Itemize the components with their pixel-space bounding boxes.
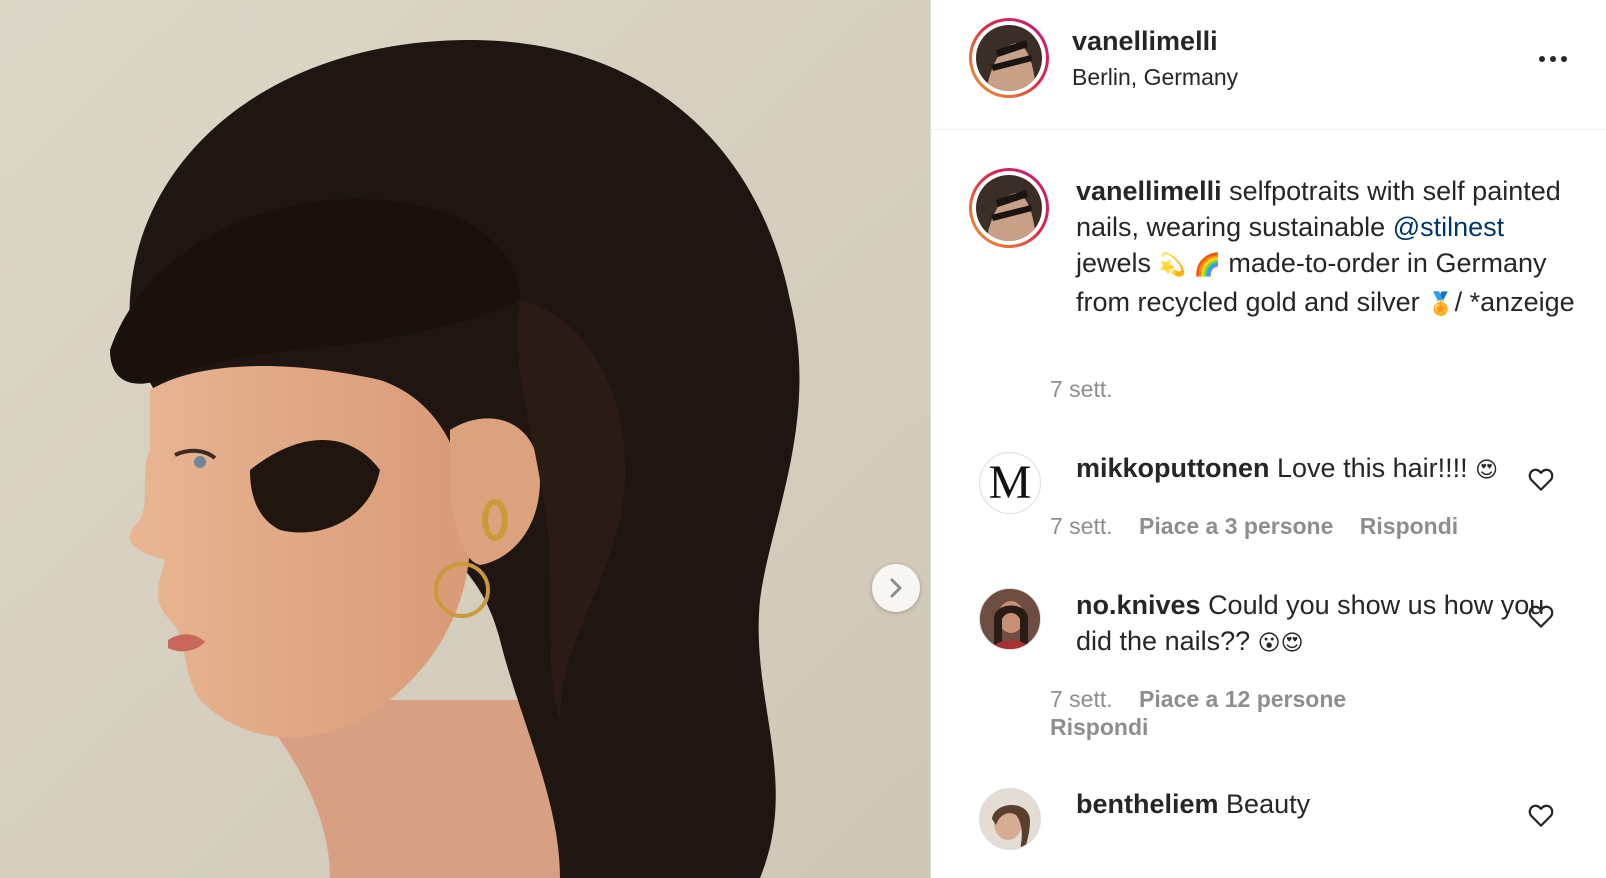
post-side-panel: vanellimelli Berlin, Germany vanellimell… [930,0,1606,878]
comment-text: no.knives Could you show us how you did … [1076,587,1546,662]
caption-username[interactable]: vanellimelli [1076,176,1222,206]
comment-text: mikkoputtonen Love this hair!!!! 😍 [1076,450,1546,489]
header-avatar[interactable] [969,18,1049,98]
surprised-heart-eyes-emoji: 😮😍 [1257,631,1304,656]
caption-mention[interactable]: @stilnest [1393,212,1504,242]
avatar-letter: M [988,456,1032,509]
more-dot [1550,56,1556,62]
reply-button[interactable]: Rispondi [1050,714,1148,740]
post-photo[interactable] [0,0,930,878]
comment-likes[interactable]: Piace a 3 persone [1139,513,1333,539]
post-caption: vanellimelli selfpotraits with self pain… [1076,173,1586,323]
avatar-image [980,589,1040,649]
next-photo-button[interactable] [872,564,920,612]
caption-avatar[interactable] [969,168,1049,248]
post-header: vanellimelli Berlin, Germany [931,0,1606,130]
comment-text: bentheliem Beauty [1076,786,1546,822]
header-username[interactable]: vanellimelli [1072,26,1218,57]
comment-time: 7 sett. [1050,513,1113,539]
comment-avatar[interactable] [979,588,1041,650]
more-horizontal-icon [1539,56,1545,62]
comment-username[interactable]: bentheliem [1076,789,1219,819]
header-location[interactable]: Berlin, Germany [1072,64,1238,91]
chevron-right-icon [890,578,902,598]
avatar-image [976,25,1042,91]
comment-body: Beauty [1226,789,1311,819]
comment-body: Love this hair!!!! [1277,453,1476,483]
comment-meta: 7 sett. Piace a 12 persone Rispondi [1050,685,1450,741]
heart-outline-icon[interactable] [1526,464,1556,494]
comment-likes[interactable]: Piace a 12 persone [1139,686,1346,712]
heart-outline-icon[interactable] [1526,800,1556,830]
heart-eyes-emoji: 😍 [1475,458,1499,483]
heart-outline-icon[interactable] [1526,601,1556,631]
more-options-button[interactable] [1535,44,1571,74]
dizzy-emoji: 💫 [1158,253,1186,278]
comment-username[interactable]: mikkoputtonen [1076,453,1270,483]
comment-username[interactable]: no.knives [1076,590,1201,620]
portrait-image [0,0,930,878]
comment-time: 7 sett. [1050,686,1113,712]
caption-text: / *anzeige [1454,287,1575,317]
avatar-image [976,175,1042,241]
avatar-image [980,789,1040,849]
caption-time: 7 sett. [1050,376,1113,402]
caption-text: jewels [1076,248,1159,278]
reply-button[interactable]: Rispondi [1360,513,1458,539]
comment-meta: 7 sett. Piace a 3 persone Rispondi [1050,513,1458,540]
medal-emoji: 🏅 [1427,292,1455,317]
rainbow-emoji: 🌈 [1193,253,1221,278]
more-dot [1561,56,1567,62]
comment-avatar[interactable] [979,788,1041,850]
comment-avatar[interactable]: M [979,452,1041,514]
